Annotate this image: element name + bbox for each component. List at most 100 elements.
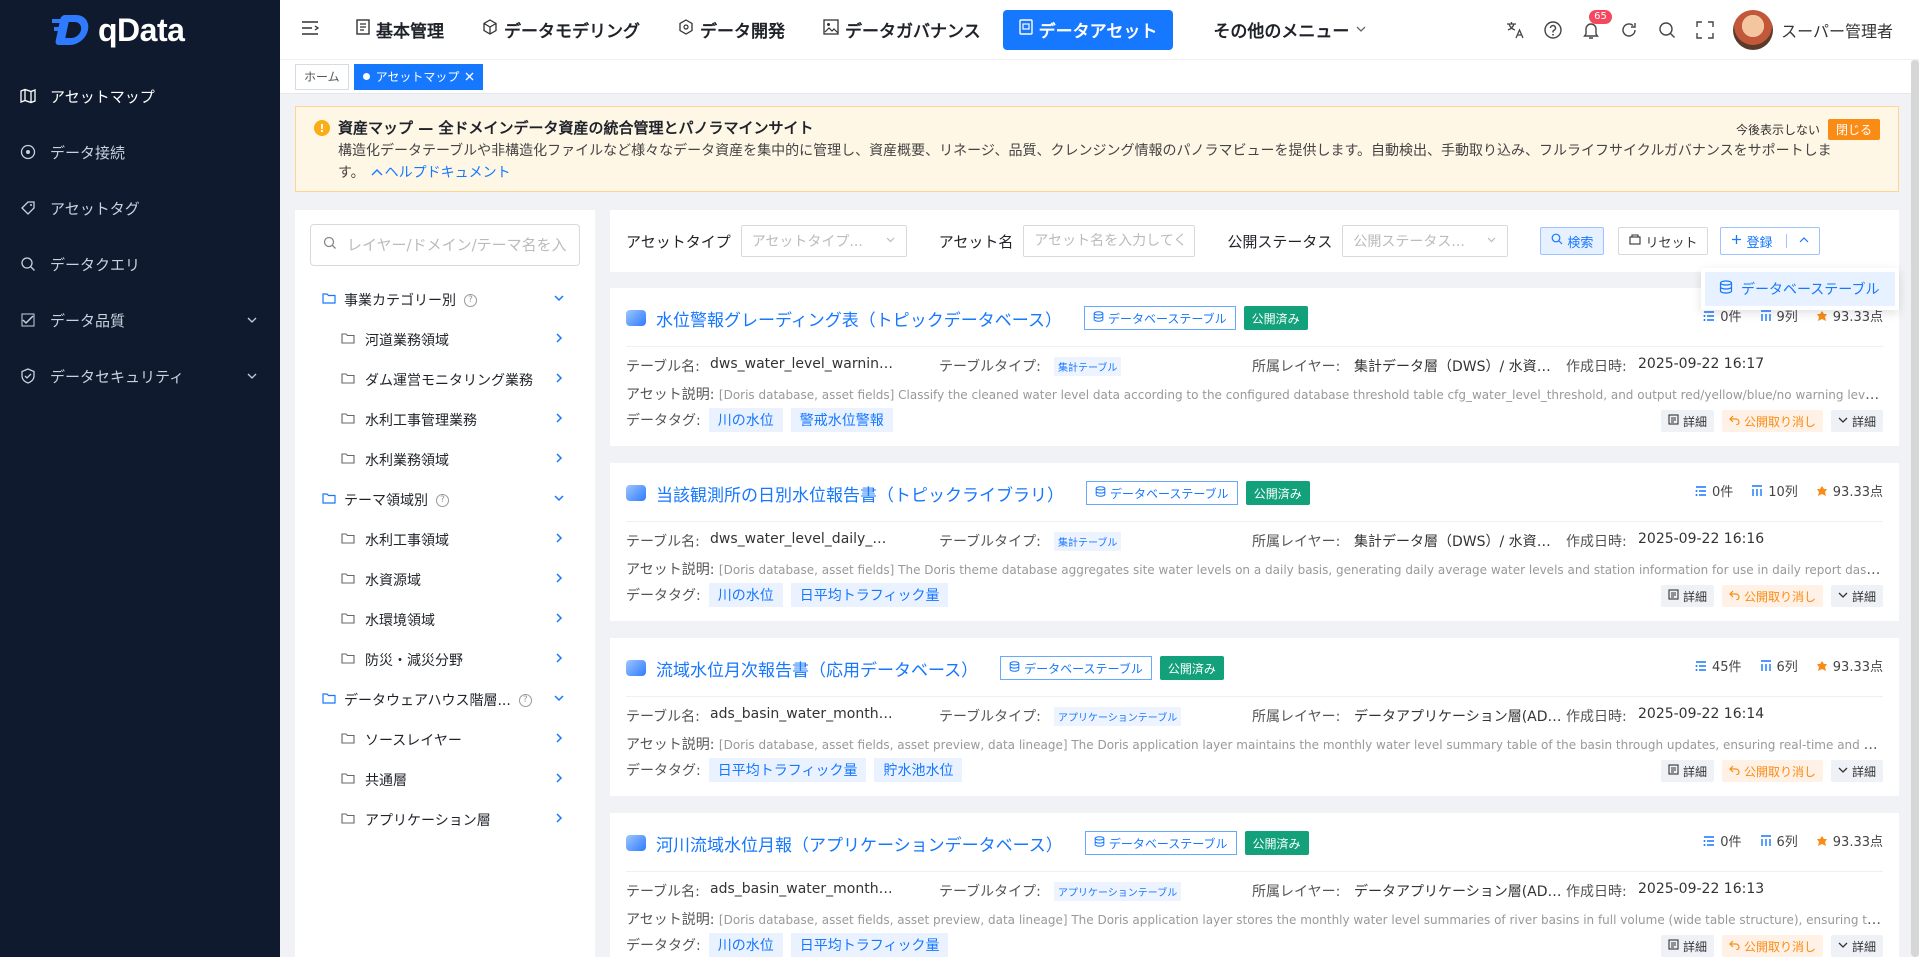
asset-title[interactable]: 流域水位月次報告書（応用データベース） — [656, 656, 978, 681]
unpublish-button[interactable]: 公開取り消し — [1721, 585, 1823, 607]
detail-button[interactable]: 詳細 — [1660, 760, 1714, 782]
chevron-right-icon — [553, 732, 565, 748]
list-icon — [1695, 485, 1707, 497]
menu-collapse-button[interactable] — [280, 0, 340, 60]
unpublish-button[interactable]: 公開取り消し — [1721, 935, 1823, 957]
sidebar-item-data-query[interactable]: データクエリ — [0, 236, 280, 292]
tree-item[interactable]: 水利工事管理業務 — [295, 400, 595, 440]
data-tag[interactable]: 日平均トラフィック量 — [790, 933, 949, 957]
reset-button[interactable]: リセット — [1618, 227, 1709, 255]
tree-item[interactable]: 水環境領域 — [295, 600, 595, 640]
top-menu-data-asset[interactable]: データアセット — [1002, 9, 1174, 50]
status-select[interactable]: 公開ステータス... — [1342, 225, 1509, 257]
help-icon[interactable]: ? — [518, 693, 532, 707]
asset-icon — [1018, 19, 1033, 40]
tree-item[interactable]: ソースレイヤー — [295, 720, 595, 760]
top-menu-more[interactable]: その他のメニュー — [1197, 10, 1383, 50]
register-button[interactable]: 登録 — [1720, 227, 1821, 255]
bell-icon[interactable]: 65 — [1581, 10, 1612, 40]
tree-item[interactable]: 水利業務領域 — [295, 440, 595, 480]
sidebar-item-data-connection[interactable]: データ接続 — [0, 124, 280, 180]
tree-group[interactable]: 事業カテゴリー別? — [295, 280, 595, 320]
chevron-down-icon — [246, 312, 258, 330]
asset-type-select[interactable]: アセットタイプ... — [740, 225, 907, 257]
dropdown-item-db-table[interactable]: データベーステーブル — [1705, 272, 1895, 306]
unpublish-button[interactable]: 公開取り消し — [1721, 760, 1823, 782]
close-icon[interactable] — [465, 70, 474, 84]
tree-item[interactable]: 河道業務領域 — [295, 320, 595, 360]
table-type-value: アプリケーションテーブル — [1054, 882, 1182, 901]
folder-icon — [341, 452, 355, 468]
data-tag[interactable]: 日平均トラフィック量 — [790, 583, 949, 607]
data-tag[interactable]: 貯水池水位 — [874, 758, 963, 782]
sidebar-item-asset-tag[interactable]: アセットタグ — [0, 180, 280, 236]
search-icon — [1551, 233, 1563, 249]
asset-description: アセット説明: [Doris database, asset fields, a… — [626, 737, 1883, 753]
scrollbar[interactable] — [1911, 60, 1919, 957]
refresh-icon[interactable] — [1619, 20, 1639, 40]
help-icon[interactable] — [1543, 20, 1563, 40]
dont-show-again-button[interactable]: 今後表示しない — [1736, 121, 1820, 138]
tree-group[interactable]: テーマ領域別? — [295, 480, 595, 520]
help-icon[interactable]: ? — [464, 293, 477, 307]
tree-item[interactable]: 防災・減災分野 — [295, 640, 595, 680]
tree-item[interactable]: 水利工事領域 — [295, 520, 595, 560]
folder-icon — [341, 812, 355, 828]
unpublish-button[interactable]: 公開取り消し — [1721, 410, 1823, 432]
close-notice-button[interactable]: 閉じる — [1827, 119, 1880, 140]
avatar[interactable] — [1733, 10, 1774, 50]
image-icon — [823, 19, 839, 40]
sidebar-item-data-quality[interactable]: データ品質 — [0, 292, 280, 348]
tree-item[interactable]: ダム運営モニタリング業務 — [295, 360, 595, 400]
detail-button[interactable]: 詳細 — [1660, 410, 1714, 432]
sidebar-item-data-security[interactable]: データセキュリティ — [0, 348, 280, 404]
tab-home[interactable]: ホーム — [295, 63, 349, 90]
help-doc-link[interactable]: ヘルプドキュメント — [385, 165, 511, 181]
detail-button[interactable]: 詳細 — [1660, 935, 1714, 957]
doc-icon — [1668, 589, 1679, 603]
top-menu-data-modeling[interactable]: データモデリング — [466, 10, 656, 50]
chevron-up-icon[interactable] — [371, 162, 383, 184]
data-tag[interactable]: 川の水位 — [708, 408, 783, 432]
chevron-right-icon — [553, 532, 565, 548]
chevron-down-icon — [1838, 414, 1848, 428]
chevron-up-icon[interactable] — [1799, 234, 1819, 249]
tree-item[interactable]: 水資源域 — [295, 560, 595, 600]
sidebar-item-asset-map[interactable]: アセットマップ — [0, 68, 280, 124]
expand-button[interactable]: 詳細 — [1830, 410, 1883, 432]
top-menu-data-development[interactable]: データ開発 — [662, 10, 801, 50]
plus-icon — [1731, 234, 1742, 249]
data-tag[interactable]: 警戒水位警報 — [790, 408, 893, 432]
tree-item[interactable]: 共通層 — [295, 760, 595, 800]
data-tag[interactable]: 川の水位 — [708, 583, 783, 607]
translate-icon[interactable] — [1505, 20, 1525, 40]
data-tag[interactable]: 川の水位 — [708, 933, 783, 957]
asset-title[interactable]: 水位警報グレーディング表（トピックデータベース） — [656, 306, 1062, 331]
score-stat: 93.33点 — [1816, 481, 1883, 500]
expand-button[interactable]: 詳細 — [1830, 935, 1883, 957]
search-icon[interactable] — [1657, 20, 1677, 40]
records-stat: 45件 — [1695, 656, 1742, 675]
expand-button[interactable]: 詳細 — [1830, 760, 1883, 782]
data-tag[interactable]: 日平均トラフィック量 — [708, 758, 867, 782]
tree-item[interactable]: アプリケーション層 — [295, 800, 595, 840]
sidebar-item-label: アセットマップ — [50, 87, 155, 106]
created-value: 2025-09-22 16:17 — [1638, 356, 1765, 372]
search-button[interactable]: 検索 — [1540, 227, 1605, 255]
asset-title[interactable]: 当該観測所の日別水位報告書（トピックライブラリ） — [656, 481, 1064, 506]
detail-button[interactable]: 詳細 — [1660, 585, 1714, 607]
asset-title[interactable]: 河川流域水位月報（アプリケーションデータベース） — [656, 831, 1063, 856]
tree-search-input[interactable] — [347, 236, 567, 254]
username[interactable]: スーパー管理者 — [1781, 18, 1893, 42]
layer-value: データアプリケーション層(ADS... — [1354, 709, 1564, 725]
tab-asset-map[interactable]: アセットマップ — [353, 63, 484, 90]
records-stat: 0件 — [1703, 831, 1742, 850]
asset-description: アセット説明: [Doris database, asset fields] C… — [626, 387, 1883, 403]
expand-button[interactable]: 詳細 — [1830, 585, 1883, 607]
asset-name-input[interactable] — [1034, 233, 1185, 249]
top-menu-data-governance[interactable]: データガバナンス — [807, 10, 997, 50]
fullscreen-icon[interactable] — [1695, 20, 1715, 40]
top-menu-basic-management[interactable]: 基本管理 — [340, 10, 460, 50]
help-icon[interactable]: ? — [436, 493, 449, 507]
tree-group[interactable]: データウェアハウス階層...? — [295, 680, 595, 720]
